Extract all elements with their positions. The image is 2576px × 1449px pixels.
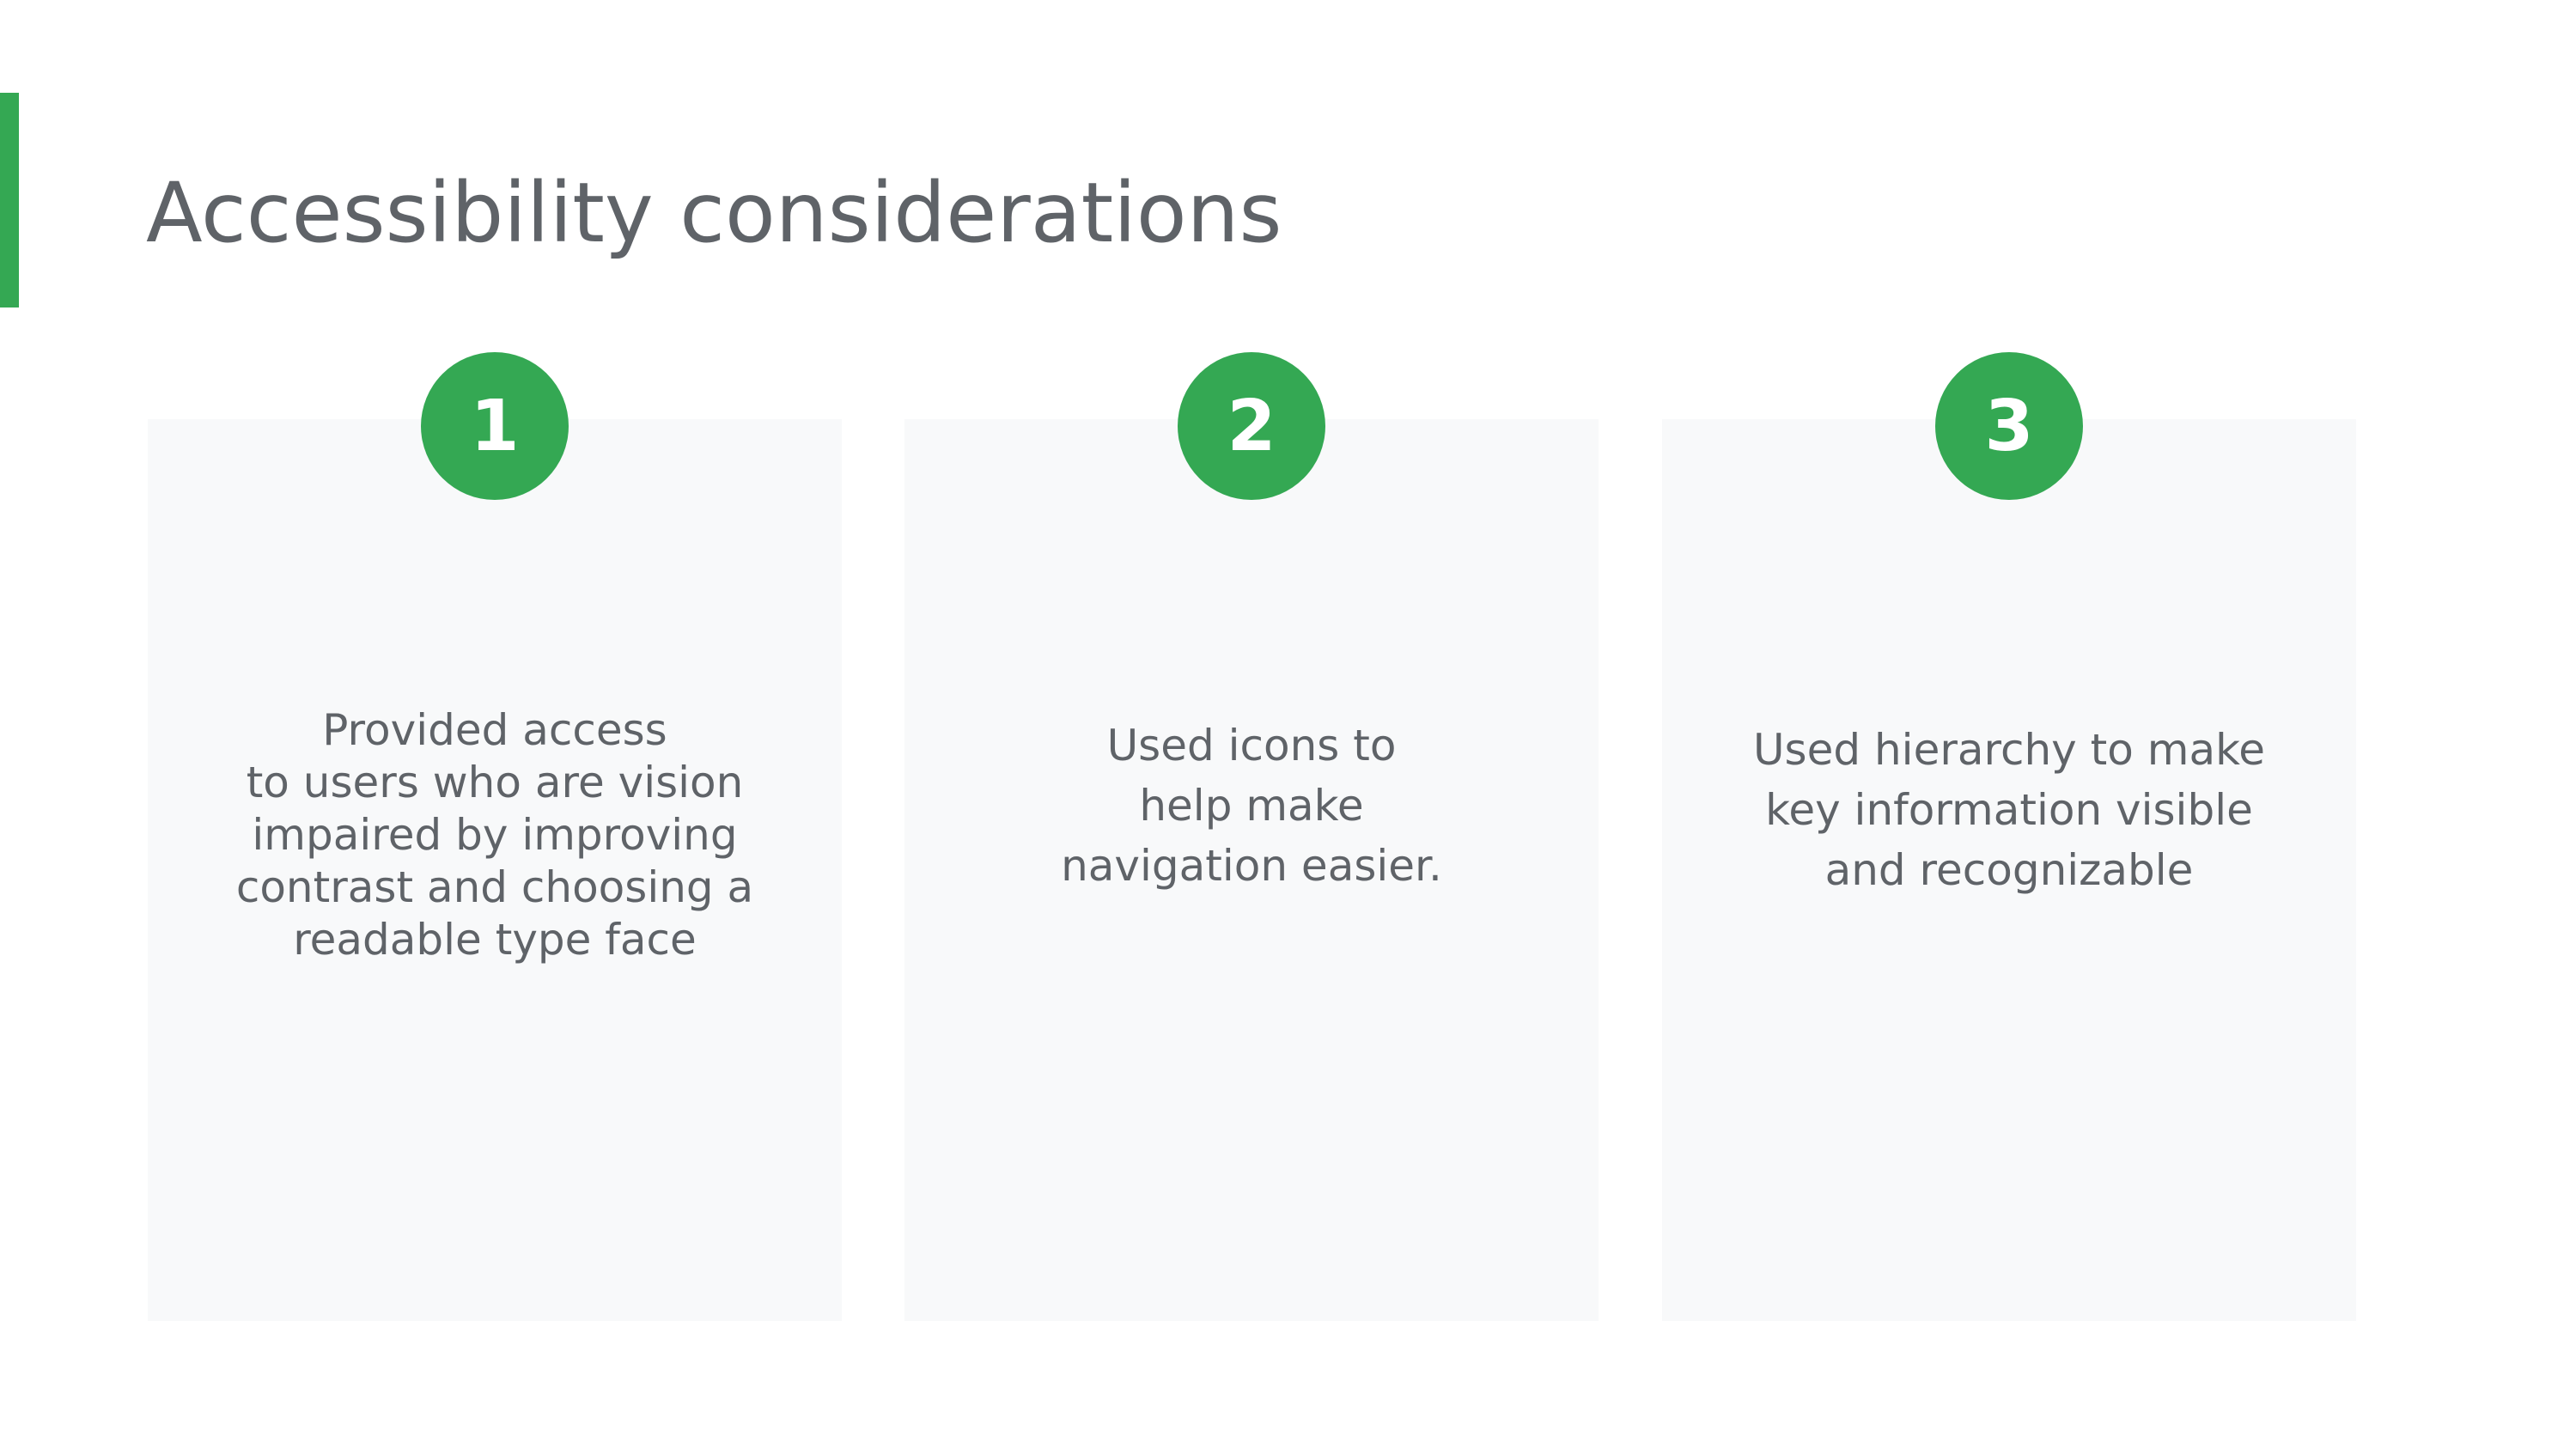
card-text-2: Used icons to help make navigation easie…	[1061, 721, 1442, 891]
number-badge-2: 2	[1178, 352, 1325, 500]
consideration-card-3: 3 Used hierarchy to make key information…	[1662, 352, 2356, 1321]
number-badge-1: 1	[421, 352, 569, 500]
page-title: Accessibility considerations	[146, 165, 1282, 261]
card-text-1: Provided access to users who are vision …	[235, 705, 754, 965]
card-text-3: Used hierarchy to make key information v…	[1752, 725, 2266, 895]
consideration-card-2: 2 Used icons to help make navigation eas…	[904, 352, 1599, 1321]
number-badge-3: 3	[1935, 352, 2083, 500]
consideration-card-1: 1 Provided access to users who are visio…	[148, 352, 842, 1321]
accent-bar	[0, 93, 19, 307]
